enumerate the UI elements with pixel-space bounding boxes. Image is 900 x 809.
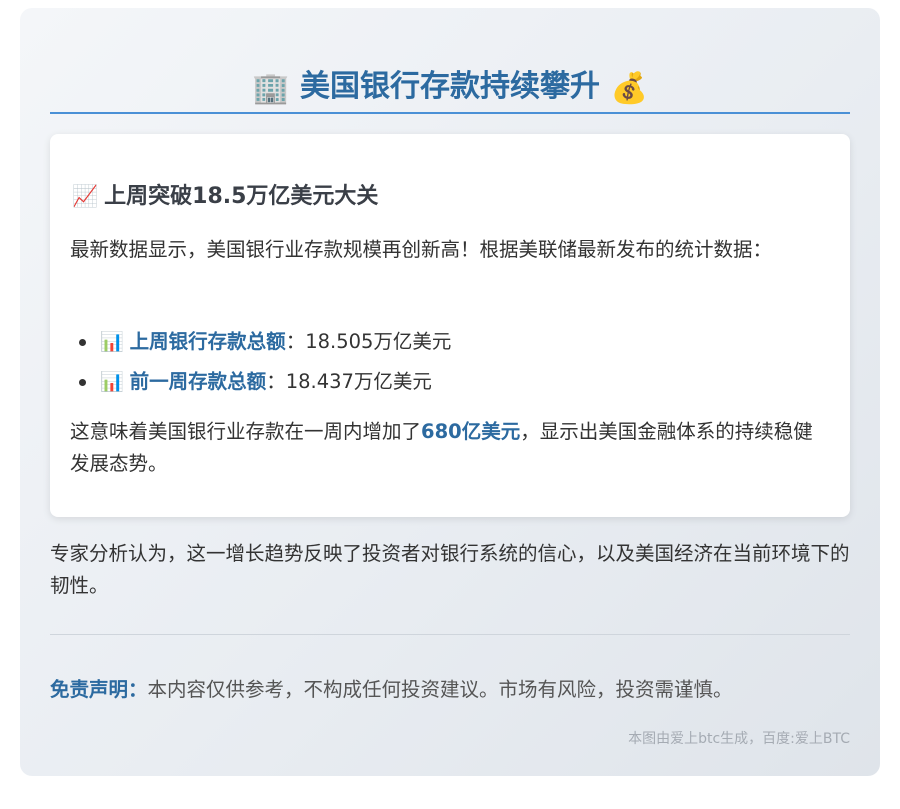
disclaimer-text: 本内容仅供参考，不构成任何投资建议。市场有风险，投资需谨慎。 bbox=[147, 678, 733, 701]
section-heading-text: 上周突破18.5万亿美元大关 bbox=[104, 184, 379, 209]
section-divider bbox=[50, 634, 850, 635]
item-separator: ： bbox=[285, 330, 306, 353]
bullet-dot bbox=[79, 379, 86, 386]
item-label: 前一周存款总额 bbox=[129, 370, 267, 393]
intro-paragraph: 最新数据显示，美国银行业存款规模再创新高！根据美联储最新发布的统计数据： bbox=[70, 238, 773, 261]
summary-highlight: 680亿美元 bbox=[421, 420, 521, 443]
expert-analysis: 专家分析认为，这一增长趋势反映了投资者对银行系统的信心，以及美国经济在当前环境下… bbox=[50, 542, 850, 597]
bar-chart-icon: 📊 bbox=[100, 331, 124, 353]
summary-paragraph: 这意味着美国银行业存款在一周内增加了680亿美元，显示出美国金融体系的持续稳健发… bbox=[70, 416, 830, 480]
disclaimer-label: 免责声明： bbox=[50, 678, 148, 701]
page-title-text: 美国银行存款持续攀升 bbox=[300, 69, 600, 104]
section-heading: 📈 上周突破18.5万亿美元大关 bbox=[72, 178, 378, 210]
page-title: 🏢 美国银行存款持续攀升 💰 bbox=[50, 62, 850, 112]
title-divider bbox=[50, 112, 850, 114]
content-card: 🏢 美国银行存款持续攀升 💰 📈 上周突破18.5万亿美元大关 最新数据显示，美国… bbox=[20, 8, 880, 776]
footer-credit: 本图由爱上btc生成，百度:爱上BTC bbox=[628, 731, 850, 747]
list-item: 📊 前一周存款总额：18.437万亿美元 bbox=[70, 362, 830, 402]
money-bag-icon: 💰 bbox=[610, 71, 648, 106]
item-value: 18.437万亿美元 bbox=[285, 370, 432, 393]
highlight-box: 📈 上周突破18.5万亿美元大关 最新数据显示，美国银行业存款规模再创新高！根据美… bbox=[50, 134, 850, 517]
item-value: 18.505万亿美元 bbox=[305, 330, 452, 353]
deposit-list: 📊 上周银行存款总额：18.505万亿美元 📊 前一周存款总额：18.437万亿美元 bbox=[70, 322, 830, 402]
bar-chart-icon: 📊 bbox=[100, 371, 124, 393]
list-item: 📊 上周银行存款总额：18.505万亿美元 bbox=[70, 322, 830, 362]
item-separator: ： bbox=[266, 370, 286, 393]
chart-increasing-icon: 📈 bbox=[72, 184, 99, 208]
office-building-icon: 🏢 bbox=[252, 71, 290, 106]
bullet-dot bbox=[79, 339, 86, 346]
item-label: 上周银行存款总额 bbox=[129, 330, 286, 353]
summary-text-before: 这意味着美国银行业存款在一周内增加了 bbox=[70, 420, 422, 443]
disclaimer: 免责声明：本内容仅供参考，不构成任何投资建议。市场有风险，投资需谨慎。 bbox=[50, 674, 850, 706]
